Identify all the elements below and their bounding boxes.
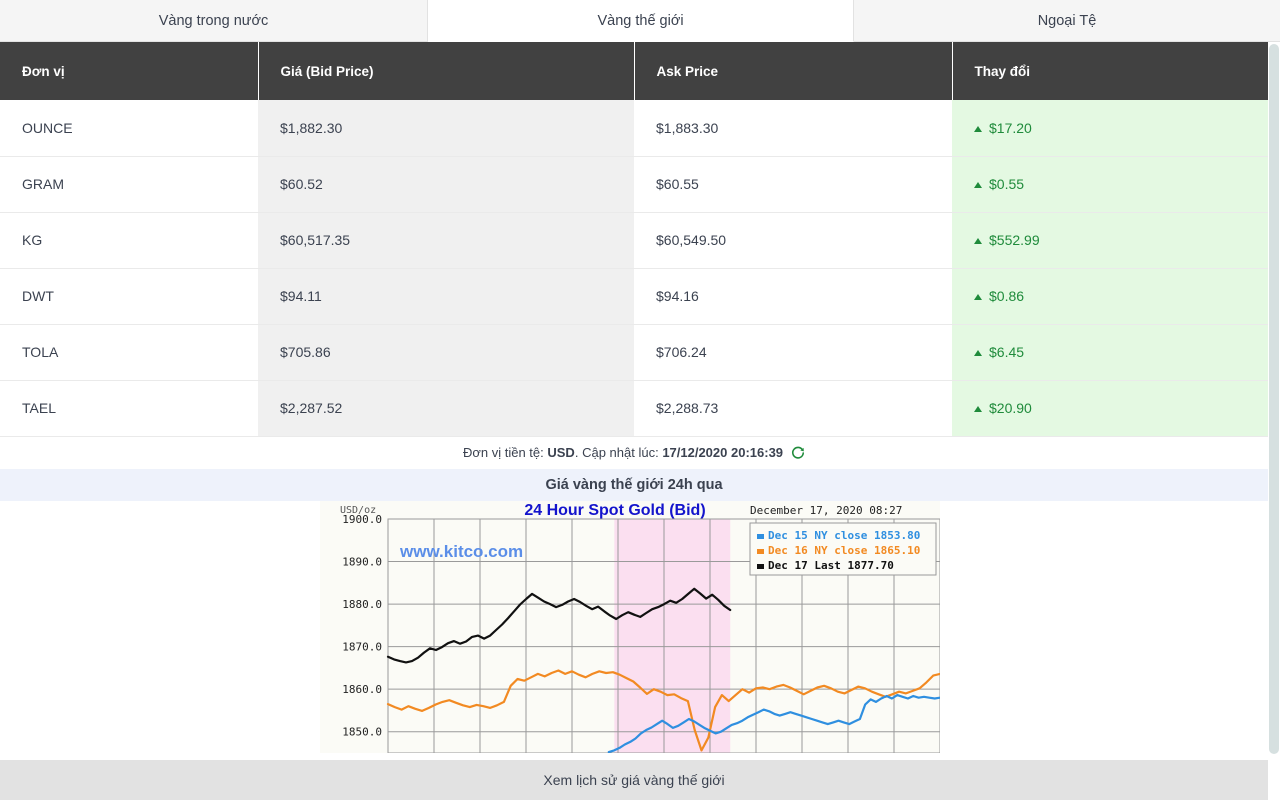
cell-ask: $60.55 [634, 156, 952, 213]
cell-ask: $60,549.50 [634, 212, 952, 269]
svg-text:1860.0: 1860.0 [342, 683, 382, 696]
cell-change: $552.99 [952, 212, 1268, 269]
arrow-up-icon [974, 406, 982, 412]
cell-unit: TOLA [0, 324, 258, 381]
cell-bid: $60,517.35 [258, 212, 634, 269]
arrow-up-icon [974, 350, 982, 356]
arrow-up-icon [974, 125, 982, 132]
table-header-row: Đơn vị Giá (Bid Price) Ask Price Thay đổ… [0, 42, 1268, 100]
refresh-icon[interactable] [791, 446, 805, 460]
cell-change: $0.86 [952, 268, 1268, 325]
cell-change: $20.90 [952, 380, 1268, 437]
tab-label: Vàng trong nước [158, 12, 269, 29]
change-value: $20.90 [989, 400, 1032, 416]
table-row: DWT $94.11 $94.16 $0.86 [0, 268, 1268, 325]
svg-text:Dec 15 NY close 1853.80: Dec 15 NY close 1853.80 [768, 529, 920, 542]
tab-label: Vàng thế giới [597, 12, 684, 29]
chart-container: 1900.0 1890.0 1880.0 1870.0 1860.0 1850.0 USD… [0, 500, 1268, 753]
cell-ask: $1,883.30 [634, 100, 952, 157]
table-row: OUNCE $1,882.30 $1,883.30 $17.20 [0, 100, 1268, 157]
change-value: $552.99 [989, 232, 1040, 248]
cell-unit: KG [0, 212, 258, 269]
table-row: TAEL $2,287.52 $2,288.73 $20.90 [0, 380, 1268, 437]
arrow-up-icon [974, 238, 982, 244]
update-time-label: Cập nhật lúc: [582, 445, 659, 460]
cell-bid: $1,882.30 [258, 100, 634, 157]
table-body: OUNCE $1,882.30 $1,883.30 $17.20 GRAM $6… [0, 100, 1268, 437]
svg-text:Dec 16 NY close 1865.10: Dec 16 NY close 1865.10 [768, 544, 920, 557]
currency-label: Đơn vị tiền tệ: [462, 445, 544, 460]
cell-bid: $94.11 [258, 268, 634, 325]
svg-text:1890.0: 1890.0 [342, 555, 382, 568]
tab-bar: Vàng trong nước Vàng thế giới Ngoại Tệ [0, 0, 1280, 42]
cell-unit: TAEL [0, 380, 258, 437]
scrollbar-thumb[interactable] [1269, 44, 1279, 754]
table-row: KG $60,517.35 $60,549.50 $552.99 [0, 212, 1268, 269]
update-info: Đơn vị tiền tệ: USD. Cập nhật lúc: 17/12… [0, 436, 1268, 469]
cell-ask: $706.24 [634, 324, 952, 381]
view-history-link[interactable]: Xem lịch sử giá vàng thế giới [0, 760, 1268, 800]
chart-subtitle: December 17, 2020 08:27 [750, 504, 902, 517]
svg-text:1850.0: 1850.0 [342, 725, 382, 738]
price-table: Đơn vị Giá (Bid Price) Ask Price Thay đổ… [0, 42, 1268, 437]
change-value: $6.45 [989, 344, 1025, 360]
cell-bid: $705.86 [258, 324, 634, 381]
cell-bid: $60.52 [258, 156, 634, 213]
chart-banner: Giá vàng thế giới 24h qua [0, 468, 1268, 501]
cell-unit: DWT [0, 268, 258, 325]
cell-ask: $2,288.73 [634, 380, 952, 437]
arrow-up-icon [974, 294, 982, 300]
table-row: TOLA $705.86 $706.24 $6.45 [0, 324, 1268, 381]
update-time-value: 17/12/2020 20:16:39 [662, 445, 784, 460]
svg-text:1870.0: 1870.0 [342, 640, 382, 653]
svg-text:1880.0: 1880.0 [342, 598, 382, 611]
chart-ylabel: USD/oz [340, 505, 376, 516]
svg-text:Dec 17 Last 1877.70: Dec 17 Last 1877.70 [768, 559, 894, 572]
cell-change: $17.20 [952, 100, 1268, 157]
tab-vang-the-gioi[interactable]: Vàng thế giới [428, 0, 854, 42]
gold-price-widget: Vàng trong nước Vàng thế giới Ngoại Tệ Đ… [0, 0, 1280, 800]
view-history-label: Xem lịch sử giá vàng thế giới [543, 772, 725, 788]
cell-unit: GRAM [0, 156, 258, 213]
kitco-24h-gold-chart[interactable]: 1900.0 1890.0 1880.0 1870.0 1860.0 1850.0 USD… [320, 500, 942, 753]
change-value: $0.86 [989, 288, 1025, 304]
chart-watermark: www.kitco.com [399, 542, 523, 561]
currency-value: USD [547, 445, 575, 460]
tab-label: Ngoại Tệ [1037, 12, 1097, 29]
chart-banner-title: Giá vàng thế giới 24h qua [545, 476, 723, 493]
change-value: $17.20 [989, 119, 1032, 136]
table-head: Đơn vị Giá (Bid Price) Ask Price Thay đổ… [0, 42, 1268, 100]
tab-ngoai-te[interactable]: Ngoại Tệ [854, 0, 1280, 42]
tab-vang-trong-nuoc[interactable]: Vàng trong nước [0, 0, 428, 42]
kitco-chart-svg: 1900.01890.01880.01870.01860.01850.0 USD… [320, 500, 942, 753]
arrow-up-icon [974, 182, 982, 188]
column-header-ask[interactable]: Ask Price [634, 42, 953, 100]
chart-legend: Dec 15 NY close 1853.80 Dec 16 NY close 1… [749, 522, 937, 575]
cell-ask: $94.16 [634, 268, 952, 325]
column-header-change[interactable]: Thay đổi [952, 42, 1268, 100]
column-header-unit[interactable]: Đơn vị [0, 42, 259, 100]
cell-bid: $2,287.52 [258, 380, 634, 437]
chart-title: 24 Hour Spot Gold (Bid) [524, 502, 705, 519]
change-value: $0.55 [989, 176, 1025, 192]
cell-unit: OUNCE [0, 100, 258, 157]
sentence-separator: . [574, 445, 579, 460]
cell-change: $0.55 [952, 156, 1268, 213]
cell-change: $6.45 [952, 324, 1268, 381]
column-header-bid[interactable]: Giá (Bid Price) [258, 42, 635, 100]
table-row: GRAM $60.52 $60.55 $0.55 [0, 156, 1268, 213]
